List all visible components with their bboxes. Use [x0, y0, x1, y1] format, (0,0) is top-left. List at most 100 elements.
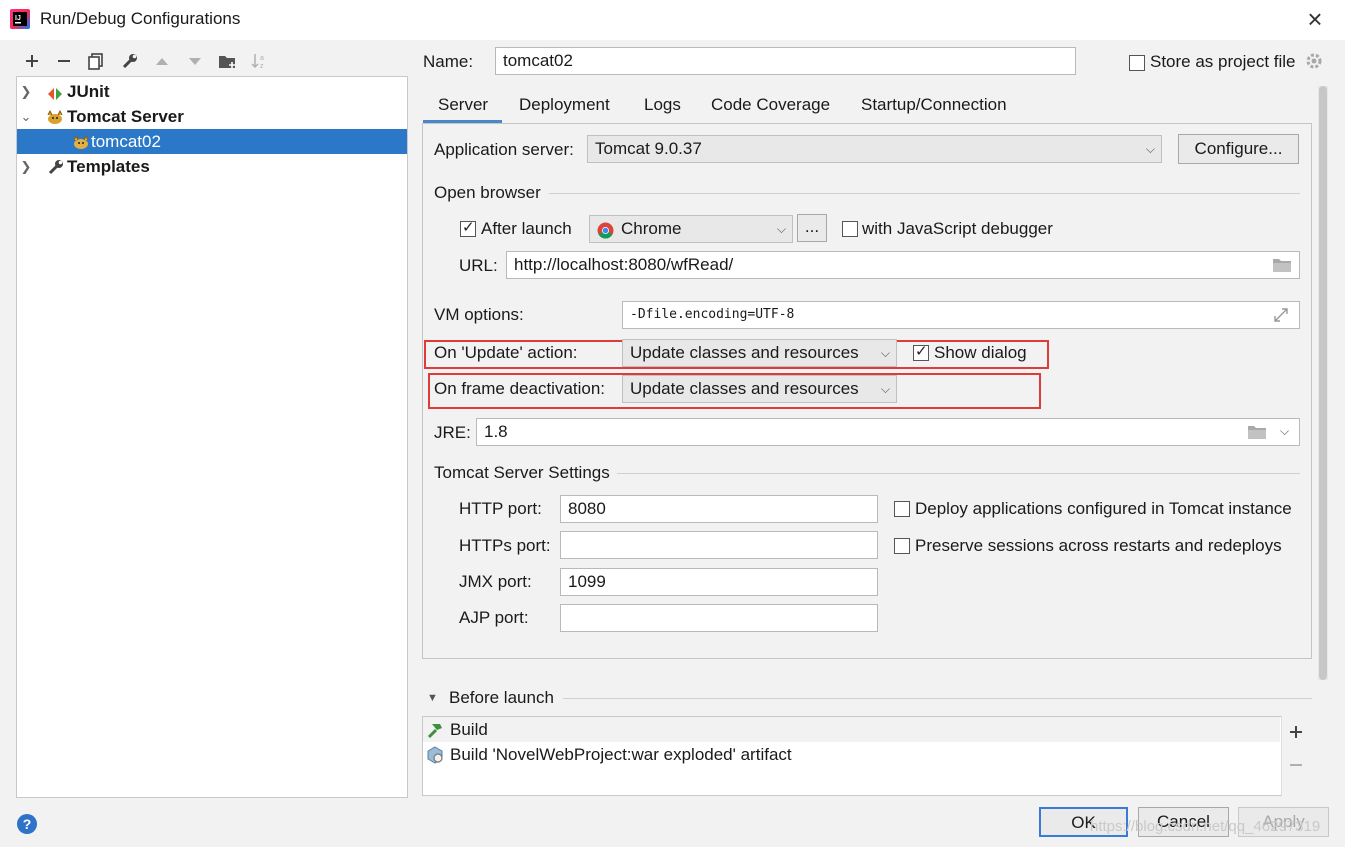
- tab-logs[interactable]: Logs: [644, 92, 681, 118]
- vm-options-input[interactable]: -Dfile.encoding=UTF-8: [622, 301, 1300, 329]
- move-up-icon[interactable]: [151, 50, 173, 72]
- url-label: URL:: [459, 256, 498, 275]
- after-launch-checkbox[interactable]: [460, 218, 476, 237]
- http-port-label: HTTP port:: [459, 499, 542, 518]
- chevron-down-icon[interactable]: ⌄: [19, 104, 33, 129]
- intellij-app-icon: IJ: [9, 8, 31, 30]
- ajp-port-input[interactable]: [560, 604, 878, 632]
- gear-icon[interactable]: [1305, 52, 1323, 75]
- artifact-icon: [426, 746, 444, 769]
- folder-icon[interactable]: [1272, 257, 1292, 278]
- ajp-port-label: AJP port:: [459, 608, 529, 627]
- wrench-icon[interactable]: [119, 50, 141, 72]
- wrench-icon: [47, 158, 65, 183]
- tab-startup-connection[interactable]: Startup/Connection: [861, 92, 1007, 118]
- open-browser-separator: [549, 193, 1300, 194]
- tab-code-coverage[interactable]: Code Coverage: [711, 92, 830, 118]
- folder-add-icon[interactable]: [217, 50, 239, 72]
- on-update-value: Update classes and resources: [630, 343, 859, 362]
- remove-icon[interactable]: [1288, 757, 1304, 778]
- on-frame-deactivation-label: On frame deactivation:: [434, 379, 606, 398]
- on-update-select[interactable]: Update classes and resources ⌵: [622, 339, 897, 367]
- url-input[interactable]: http://localhost:8080/wfRead/: [506, 251, 1300, 279]
- show-dialog-checkbox[interactable]: [913, 342, 929, 361]
- chevron-right-icon[interactable]: ❯: [19, 79, 33, 104]
- tree-item-junit[interactable]: ❯ JUnit: [17, 79, 407, 104]
- jre-input[interactable]: 1.8: [476, 418, 1300, 446]
- jmx-port-input[interactable]: 1099: [560, 568, 878, 596]
- browser-select[interactable]: Chrome ⌵: [589, 215, 793, 243]
- http-port-input[interactable]: 8080: [560, 495, 878, 523]
- tree-item-tomcat02[interactable]: tomcat02: [17, 129, 407, 154]
- open-browser-label: Open browser: [434, 183, 541, 202]
- move-down-icon[interactable]: [184, 50, 206, 72]
- js-debugger-checkbox[interactable]: [842, 221, 858, 237]
- chevron-down-icon: ⌵: [880, 382, 890, 396]
- chevron-right-icon[interactable]: ❯: [19, 154, 33, 179]
- chevron-down-icon: ⌵: [880, 346, 890, 360]
- configuration-tree[interactable]: ❯ JUnit ⌄ Tomcat Server tomcat02 ❯ Templ…: [16, 76, 408, 798]
- before-launch-label[interactable]: Before launch: [449, 688, 554, 708]
- svg-text:z: z: [260, 63, 264, 70]
- application-server-value: Tomcat 9.0.37: [595, 139, 702, 158]
- browser-value: Chrome: [621, 219, 682, 238]
- tree-item-label: Tomcat Server: [67, 107, 184, 126]
- watermark: https://blog.csdn.net/qq_46297319: [1090, 818, 1321, 835]
- deploy-apps-checkbox[interactable]: [894, 501, 910, 517]
- tab-deployment[interactable]: Deployment: [519, 92, 610, 118]
- show-dialog-label[interactable]: Show dialog: [934, 343, 1027, 363]
- application-server-label: Application server:: [434, 140, 574, 159]
- tab-server[interactable]: Server: [438, 92, 488, 118]
- preserve-sessions-checkbox[interactable]: [894, 538, 910, 554]
- https-port-input[interactable]: [560, 531, 878, 559]
- tree-item-label: tomcat02: [91, 132, 161, 151]
- tomcat-settings-label: Tomcat Server Settings: [434, 463, 610, 482]
- https-port-label: HTTPs port:: [459, 536, 551, 555]
- tree-item-label: Templates: [67, 157, 150, 176]
- window-title: Run/Debug Configurations: [40, 9, 241, 28]
- tree-item-label: JUnit: [67, 82, 110, 101]
- on-update-label: On 'Update' action:: [434, 343, 578, 362]
- name-input[interactable]: tomcat02: [495, 47, 1076, 75]
- preserve-sessions-label[interactable]: Preserve sessions across restarts and re…: [915, 536, 1282, 556]
- list-item-selected-bg: [423, 717, 1280, 742]
- deploy-apps-label[interactable]: Deploy applications configured in Tomcat…: [915, 499, 1292, 519]
- store-as-project-label[interactable]: Store as project file: [1150, 52, 1296, 72]
- js-debugger-label[interactable]: with JavaScript debugger: [862, 219, 1053, 239]
- svg-text:a: a: [260, 55, 264, 62]
- svg-text:IJ: IJ: [15, 15, 21, 22]
- remove-icon[interactable]: [53, 50, 75, 72]
- store-as-project-checkbox[interactable]: [1129, 55, 1145, 71]
- collapse-triangle-icon[interactable]: ▼: [427, 692, 438, 704]
- tree-item-tomcat-server[interactable]: ⌄ Tomcat Server: [17, 104, 407, 129]
- sort-icon[interactable]: az: [249, 50, 271, 72]
- close-icon[interactable]: ×: [1302, 6, 1328, 32]
- chevron-down-icon[interactable]: ⌵: [1280, 424, 1289, 439]
- on-frame-deactivation-value: Update classes and resources: [630, 379, 859, 398]
- on-frame-deactivation-select[interactable]: Update classes and resources ⌵: [622, 375, 897, 403]
- before-launch-separator: [563, 698, 1312, 699]
- jmx-port-label: JMX port:: [459, 572, 532, 591]
- copy-icon[interactable]: [85, 50, 107, 72]
- name-label: Name:: [423, 52, 474, 71]
- chevron-down-icon: ⌵: [1145, 142, 1155, 156]
- after-launch-label[interactable]: After launch: [481, 219, 572, 239]
- list-item[interactable]: Build 'NovelWebProject:war exploded' art…: [450, 745, 792, 765]
- help-icon[interactable]: ?: [17, 814, 37, 834]
- list-item[interactable]: Build: [450, 720, 488, 740]
- vm-options-label: VM options:: [434, 305, 524, 324]
- expand-icon[interactable]: [1274, 307, 1288, 327]
- chevron-down-icon: ⌵: [776, 222, 786, 236]
- add-icon[interactable]: [1288, 724, 1304, 745]
- folder-icon[interactable]: [1247, 424, 1267, 445]
- configure-button[interactable]: Configure...: [1178, 134, 1299, 164]
- add-icon[interactable]: [21, 50, 43, 72]
- jre-label: JRE:: [434, 423, 471, 442]
- scrollbar-thumb[interactable]: [1319, 86, 1327, 680]
- application-server-select[interactable]: Tomcat 9.0.37 ⌵: [587, 135, 1162, 163]
- chrome-icon: [597, 221, 614, 247]
- tomcat-settings-separator: [617, 473, 1300, 474]
- browse-browser-button[interactable]: ...: [797, 214, 827, 242]
- tree-item-templates[interactable]: ❯ Templates: [17, 154, 407, 179]
- hammer-icon: [426, 721, 444, 744]
